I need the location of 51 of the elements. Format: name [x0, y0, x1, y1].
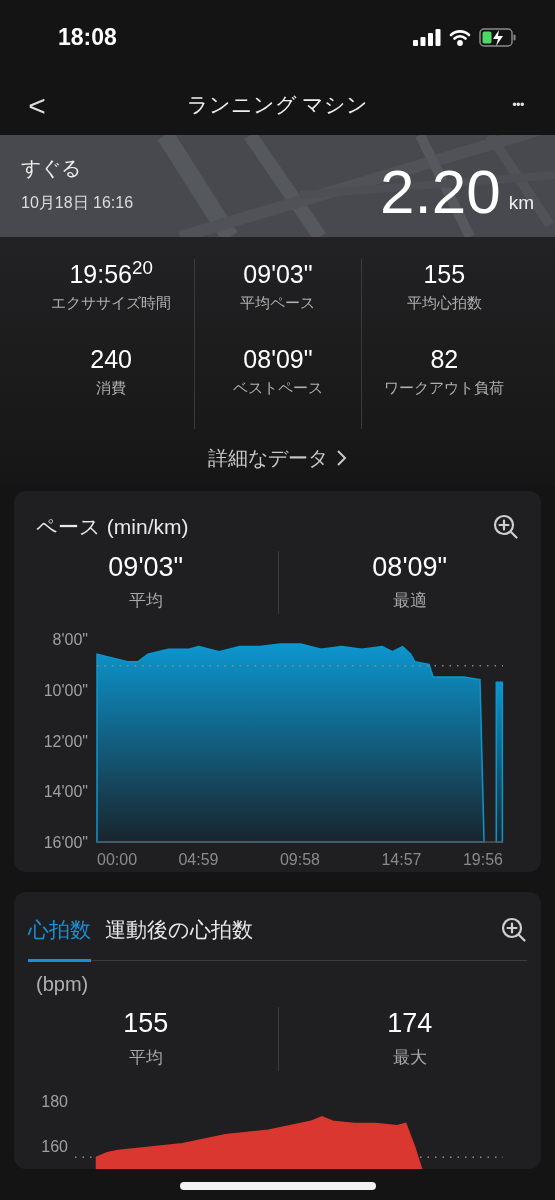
- stat-label: 平均: [128, 1047, 163, 1069]
- y-axis-label: 16'00": [43, 833, 88, 851]
- x-axis-label: 04:59: [178, 850, 219, 868]
- stat-value: 09'03": [108, 550, 184, 584]
- workout-date: 10月18日 16:16: [21, 193, 134, 213]
- stat-label: 最大: [392, 1047, 427, 1069]
- stat-value: 19:56$^{20}$: [69, 259, 153, 290]
- x-axis-label: 00:00: [97, 850, 138, 868]
- zoom-icon[interactable]: [501, 917, 527, 943]
- y-axis-label: 180: [41, 1092, 68, 1110]
- zoom-icon[interactable]: [493, 513, 519, 540]
- signal-icon: [413, 29, 441, 46]
- stat-value: 240: [90, 344, 132, 375]
- stat-label: 平均ペース: [240, 293, 316, 314]
- y-axis-label: 12'00": [43, 732, 88, 750]
- status-time: 18:08: [58, 23, 117, 53]
- stat-value: 174: [387, 1007, 433, 1041]
- stat-label: 平均心拍数: [406, 293, 482, 314]
- stat-value: 82: [430, 344, 459, 375]
- chart-tab[interactable]: 運動後の心拍数: [105, 911, 253, 963]
- more-button[interactable]: •••: [503, 95, 533, 115]
- x-axis-label: 19:56: [462, 850, 503, 868]
- x-axis-label: 09:58: [280, 850, 320, 868]
- distance-value: 2.20: [380, 161, 501, 223]
- unit-label: (bpm): [36, 973, 89, 996]
- stat-label: エクササイズ時間: [51, 293, 172, 314]
- distance-unit: km: [508, 190, 534, 215]
- user-name: すぐる: [21, 156, 82, 181]
- y-axis-label: 10'00": [43, 681, 88, 699]
- details-link[interactable]: 詳細なデータ: [208, 443, 347, 473]
- chart-tab[interactable]: 心拍数: [28, 911, 91, 963]
- stat-value: 08'09": [372, 550, 448, 584]
- y-axis-label: 160: [41, 1137, 68, 1155]
- stat-label: ベストペース: [233, 378, 323, 399]
- x-axis-label: 14:57: [381, 850, 422, 868]
- y-axis-label: 14'00": [43, 783, 88, 800]
- stat-label: 消費: [96, 378, 127, 399]
- stat-value: 155: [123, 1007, 169, 1041]
- stat-label: 平均: [128, 590, 163, 613]
- wifi-icon: [449, 29, 471, 46]
- stat-value: 155: [423, 259, 466, 290]
- stat-value: 08'09": [243, 344, 313, 375]
- y-axis-label: 8'00": [52, 630, 88, 648]
- battery-icon: [479, 28, 517, 47]
- page-title: ランニング マシン: [186, 92, 369, 119]
- card-title: ペース (min/km): [36, 514, 189, 540]
- stat-value: 09'03": [243, 259, 313, 290]
- stat-label: ワークアウト負荷: [384, 378, 505, 399]
- stat-label: 最適: [392, 590, 427, 613]
- chevron-right-icon: [336, 449, 347, 467]
- back-button[interactable]: <: [22, 82, 52, 128]
